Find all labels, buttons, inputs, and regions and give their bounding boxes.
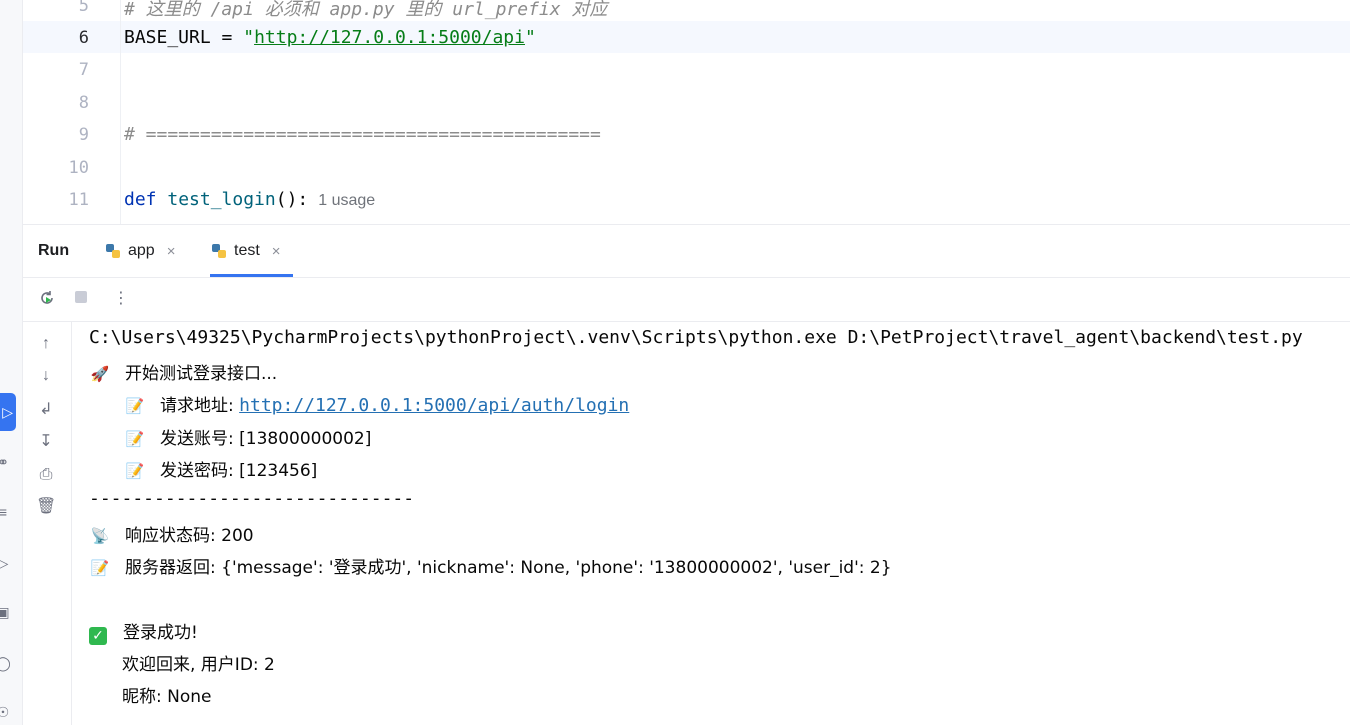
tab-app[interactable]: app × [104, 225, 175, 277]
code-text: (): [275, 189, 309, 210]
line-number: 10 [68, 158, 89, 178]
scroll-to-end-icon[interactable]: ↧ [36, 432, 56, 452]
close-icon[interactable]: × [272, 243, 281, 260]
satellite-icon: 📡 [90, 528, 110, 545]
left-tool-strip: ▷ ⚭ ≡ ▷ ▣ ◯ ☉ [0, 0, 23, 725]
code-comment[interactable]: # ======================================… [124, 124, 601, 145]
stop-icon[interactable] [71, 289, 91, 309]
console-line: 📝 服务器返回: {'message': '登录成功', 'nickname': … [89, 553, 892, 578]
memo-icon: 📝 [125, 431, 145, 448]
line-number: 7 [78, 60, 89, 80]
console-line: 📝 发送密码: [123456] [124, 456, 318, 481]
memo-icon: 📝 [125, 463, 145, 480]
console-text: 响应状态码: 200 [125, 526, 254, 546]
code-text: BASE_URL = [124, 27, 244, 48]
usage-hint[interactable]: 1 usage [318, 192, 375, 209]
rerun-icon[interactable] [37, 289, 57, 309]
console-text: 开始测试登录接口... [125, 364, 278, 384]
arrow-up-icon[interactable]: ↑ [36, 334, 56, 354]
line-number: 6 [78, 28, 89, 48]
code-comment[interactable]: # 这里的 /api 必须和 app.py 里的 url_prefix 对应 [124, 0, 607, 21]
arrow-down-icon[interactable]: ↓ [36, 366, 56, 386]
console-line: 📝 请求地址: http://127.0.0.1:5000/api/auth/lo… [124, 391, 630, 416]
code-url-string[interactable]: http://127.0.0.1:5000/api [254, 27, 525, 48]
terminal-icon[interactable]: ▣ [0, 602, 13, 622]
python-packages-icon[interactable]: ⚭ [0, 452, 13, 472]
trash-icon[interactable]: 🗑 [36, 497, 56, 517]
console-text: 欢迎回来, 用户ID: 2 [122, 655, 275, 675]
problems-icon[interactable]: ◯ [0, 653, 13, 673]
line-number: 5 [78, 0, 89, 16]
function-name: test_login [167, 189, 276, 210]
console-line: ✓ 登录成功! [89, 618, 198, 645]
code-line-def[interactable]: def test_login(): 1 usage [124, 189, 375, 210]
console-line: 📝 发送账号: [13800000002] [124, 424, 372, 449]
console-text: 发送账号: [13800000002] [160, 429, 372, 449]
console-line: 📡 响应状态码: 200 [89, 521, 254, 546]
line-number: 8 [78, 93, 89, 113]
console-command: C:\Users\49325\PycharmProjects\pythonPro… [89, 327, 1303, 348]
console-text: 请求地址: [160, 396, 240, 416]
run-toolbar: ⋮ [23, 277, 1350, 322]
run-tab-bar: Run app × test × [23, 225, 1350, 278]
run-tool-window: Run app × test × ⋮ ↑ ↓ ↲ ↧ ⎙ 🗑 C:\Users\… [23, 224, 1350, 725]
check-icon: ✓ [89, 627, 107, 645]
console-text: 服务器返回: {'message': '登录成功', 'nickname': N… [125, 558, 892, 578]
run-toolwindow-icon[interactable]: ▷ [0, 393, 16, 431]
quote: " [243, 27, 255, 48]
close-icon[interactable]: × [167, 243, 176, 260]
services-icon[interactable]: ▷ [0, 553, 13, 573]
tab-label: test [234, 242, 260, 259]
console-actions: ↑ ↓ ↲ ↧ ⎙ 🗑 [23, 322, 72, 725]
print-icon[interactable]: ⎙ [36, 465, 56, 485]
line-number: 11 [68, 190, 89, 210]
keyword-def: def [124, 189, 157, 210]
console-divider: ------------------------------ [89, 488, 415, 509]
line-number: 9 [78, 125, 89, 145]
console-text: 昵称: None [122, 687, 212, 707]
git-icon[interactable]: ☉ [0, 702, 13, 722]
console-line: 🚀 开始测试登录接口... [89, 359, 278, 384]
soft-wrap-icon[interactable]: ↲ [36, 400, 56, 420]
memo-icon: 📝 [125, 398, 145, 415]
console-output[interactable]: C:\Users\49325\PycharmProjects\pythonPro… [89, 322, 1350, 725]
run-title: Run [38, 242, 70, 259]
gutter-separator [120, 0, 121, 224]
tab-test[interactable]: test × [210, 225, 293, 277]
console-link[interactable]: http://127.0.0.1:5000/api/auth/login [239, 395, 629, 416]
code-line-base-url[interactable]: BASE_URL = "http://127.0.0.1:5000/api" [124, 27, 536, 48]
quote: " [525, 27, 536, 48]
python-icon [210, 242, 228, 260]
rocket-icon: 🚀 [90, 366, 110, 383]
console-text: 登录成功! [123, 623, 198, 643]
tab-label: app [128, 242, 155, 259]
python-icon [104, 242, 122, 260]
console-text: 发送密码: [123456] [160, 461, 318, 481]
layers-icon[interactable]: ≡ [0, 502, 13, 522]
code-editor[interactable]: 5 # 这里的 /api 必须和 app.py 里的 url_prefix 对应… [23, 0, 1350, 224]
more-options-icon[interactable]: ⋮ [111, 289, 131, 309]
memo-icon: 📝 [90, 560, 110, 577]
